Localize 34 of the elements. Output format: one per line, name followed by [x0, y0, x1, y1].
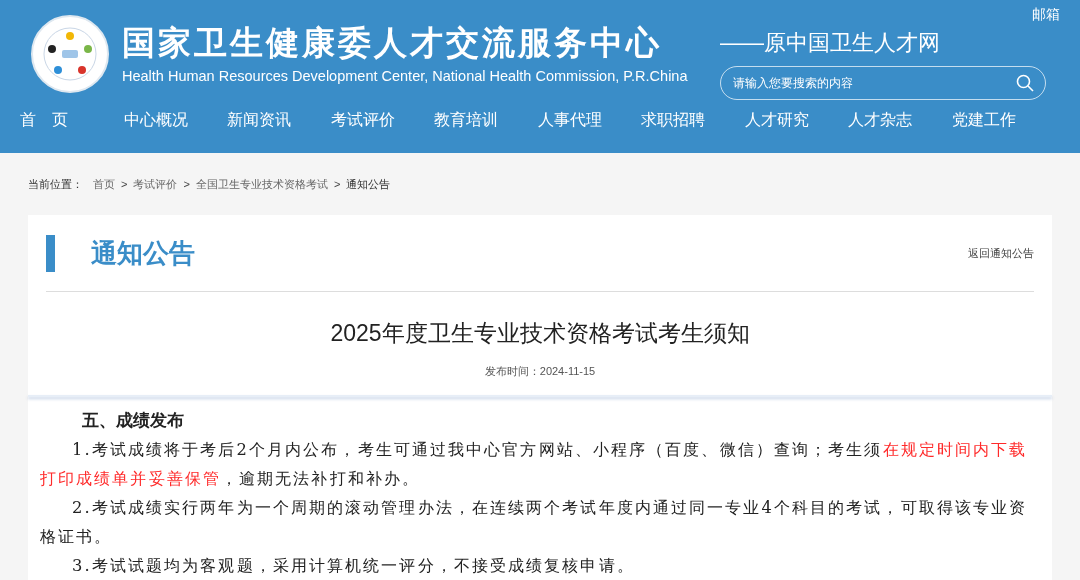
- nav-item[interactable]: 人才杂志: [848, 108, 952, 132]
- breadcrumb-link[interactable]: 通知公告: [346, 175, 391, 193]
- section-title: 通知公告: [91, 236, 195, 270]
- site-subtitle: Health Human Resources Development Center, National Health Commission, P.R.China: [122, 67, 688, 85]
- breadcrumb-separator: >: [121, 176, 128, 192]
- title-accent-bar: [46, 234, 55, 272]
- nav-item[interactable]: 人才研究: [744, 108, 848, 132]
- nav-item[interactable]: 中心概况: [123, 108, 227, 132]
- paragraph: 3.考试试题均为客观题，采用计算机统一评分，不接受成绩复核申请。: [71, 555, 636, 577]
- nav-item[interactable]: 考试评价: [330, 108, 434, 132]
- section-heading: 五、成绩发布: [81, 410, 185, 432]
- logo-icon: [30, 14, 110, 94]
- nav-item[interactable]: 新闻资讯: [227, 108, 331, 132]
- publish-date: 发布时间：2024-11-15: [484, 363, 596, 379]
- breadcrumb-label: 当前位置：: [28, 176, 83, 192]
- nav-item[interactable]: 人事代理: [537, 108, 641, 132]
- paragraph: 2.考试成绩实行两年为一个周期的滚动管理办法，在连续两个考试年度内通过同一专业4个科目的考试，可取得该专业资格证书。: [40, 497, 1029, 548]
- search-icon[interactable]: [1016, 74, 1034, 92]
- breadcrumb-separator: >: [333, 176, 341, 192]
- breadcrumb-link[interactable]: 考试评价: [133, 175, 178, 193]
- nav-item[interactable]: 党建工作: [951, 108, 1055, 132]
- nav-item[interactable]: 首 页: [20, 108, 124, 132]
- breadcrumb-link[interactable]: 全国卫生专业技术资格考试: [195, 175, 328, 193]
- site-title: 国家卫生健康委人才交流服务中心: [122, 23, 663, 63]
- article-title: 2025年度卫生专业技术资格考试考生须知: [330, 319, 750, 349]
- nav-item[interactable]: 求职招聘: [641, 108, 745, 132]
- back-link[interactable]: 返回通知公告: [968, 244, 1034, 262]
- mailbox-link[interactable]: 邮箱: [1032, 4, 1060, 28]
- former-site-name: ——原中国卫生人才网: [720, 29, 941, 57]
- search-field[interactable]: 请输入您要搜索的内容: [720, 66, 1046, 100]
- nav-item[interactable]: 教育培训: [434, 108, 538, 132]
- paragraph: 1.考试成绩将于考后2个月内公布，考生可通过我中心官方网站、小程序（百度、微信）查询；考生须在规定时间内下载打印成绩单并妥善保管，逾期无法补打和补办。: [40, 439, 1029, 490]
- breadcrumb-separator: >: [183, 176, 190, 192]
- breadcrumb-link[interactable]: 首页: [93, 175, 115, 193]
